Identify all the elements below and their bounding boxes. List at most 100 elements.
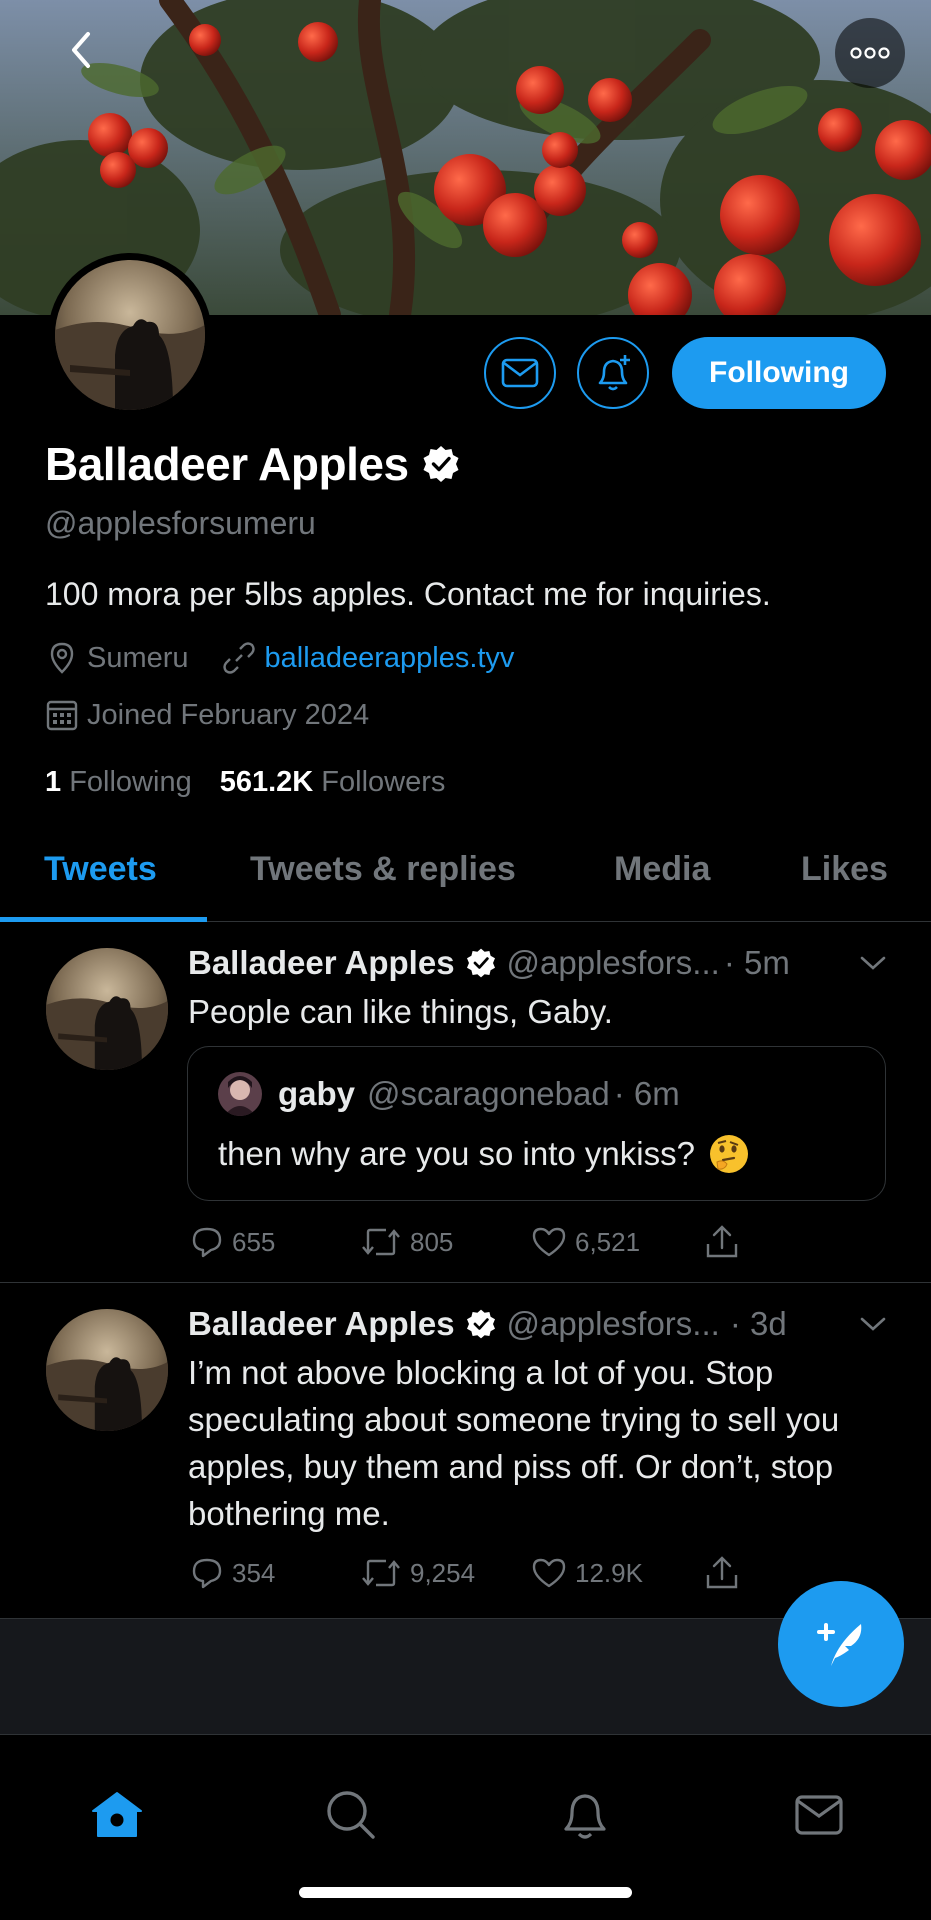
quoted-tweet-header: gaby @scaragonebad · 6m bbox=[218, 1072, 680, 1116]
reply-icon bbox=[192, 1558, 222, 1589]
tweet-actions: 655 805 6,521 bbox=[190, 1224, 739, 1260]
chevron-down-icon[interactable] bbox=[859, 1315, 887, 1333]
tweet-author-handle: @applesfors... bbox=[506, 944, 720, 981]
profile-display-name: Balladeer Apples bbox=[45, 438, 409, 490]
avatar-image bbox=[55, 260, 205, 410]
tab-tweets-and-replies[interactable]: Tweets & replies bbox=[250, 850, 516, 889]
tweet-author-avatar[interactable] bbox=[46, 1309, 168, 1431]
notify-button[interactable] bbox=[577, 337, 649, 409]
tweet-timestamp: · 5m bbox=[723, 944, 790, 981]
profile-bio: 100 mora per 5lbs apples. Contact me for… bbox=[45, 576, 771, 612]
retweet-button[interactable]: 805 bbox=[360, 1224, 531, 1260]
following-stat[interactable]: 1 Following bbox=[45, 766, 192, 799]
followers-stat[interactable]: 561.2K Followers bbox=[220, 766, 446, 799]
like-button[interactable]: 12.9K bbox=[531, 1555, 705, 1591]
profile-website-link[interactable]: balladeerapples.tyv bbox=[265, 642, 515, 675]
profile-joined-date: Joined February 2024 bbox=[87, 698, 370, 731]
like-count: 12.9K bbox=[575, 1557, 643, 1588]
nav-messages[interactable] bbox=[789, 1785, 849, 1845]
quoted-author-handle: @scaragonebad bbox=[367, 1075, 610, 1112]
tweet-author-avatar[interactable] bbox=[46, 948, 168, 1070]
like-button[interactable]: 6,521 bbox=[531, 1224, 705, 1260]
tab-likes[interactable]: Likes bbox=[801, 850, 888, 889]
search-icon bbox=[327, 1791, 375, 1839]
reply-count: 655 bbox=[232, 1226, 276, 1257]
quoted-timestamp: · 6m bbox=[613, 1075, 680, 1112]
profile-name-row: Balladeer Apples bbox=[45, 437, 461, 491]
retweet-icon bbox=[362, 1559, 400, 1587]
avatar-image bbox=[218, 1072, 262, 1116]
retweet-button[interactable]: 9,254 bbox=[360, 1555, 531, 1591]
retweet-count: 805 bbox=[410, 1226, 454, 1257]
tweet-author-name: Balladeer Apples bbox=[188, 1305, 455, 1342]
back-arrow-icon bbox=[72, 32, 90, 68]
message-icon bbox=[501, 358, 539, 388]
share-button[interactable] bbox=[705, 1555, 739, 1591]
tweet-header: Balladeer Apples @applesfors... · 3d bbox=[188, 1305, 787, 1343]
home-indicator bbox=[299, 1887, 632, 1898]
verified-badge-icon bbox=[423, 446, 459, 482]
tweet-timestamp: · 3d bbox=[729, 1305, 787, 1342]
share-button[interactable] bbox=[705, 1224, 739, 1260]
share-icon bbox=[706, 1225, 738, 1258]
reply-button[interactable]: 655 bbox=[190, 1224, 360, 1260]
profile-location: Sumeru bbox=[87, 641, 189, 674]
share-icon bbox=[706, 1556, 738, 1589]
compose-tweet-button[interactable] bbox=[778, 1581, 904, 1707]
nav-home[interactable] bbox=[87, 1785, 147, 1845]
tweet-header: Balladeer Apples @applesfors... · 5m bbox=[188, 944, 790, 982]
heart-icon bbox=[532, 1558, 566, 1588]
avatar-image bbox=[46, 1309, 168, 1431]
tab-tweets[interactable]: Tweets bbox=[44, 850, 157, 889]
reply-icon bbox=[192, 1227, 222, 1258]
calendar-icon bbox=[46, 700, 78, 731]
quoted-author-name: gaby bbox=[278, 1075, 356, 1112]
reply-count: 354 bbox=[232, 1557, 276, 1588]
quoted-author-avatar bbox=[218, 1072, 262, 1116]
quoted-tweet-body: then why are you so into ynkiss? bbox=[218, 1132, 751, 1176]
tweet-author-name: Balladeer Apples bbox=[188, 944, 455, 981]
profile-stats: 1 Following 561.2K Followers bbox=[45, 766, 445, 799]
back-button[interactable] bbox=[52, 22, 108, 78]
profile-joined-row: Joined February 2024 bbox=[45, 698, 369, 732]
tweet-author-handle: @applesfors... bbox=[506, 1305, 720, 1342]
following-count: 1 bbox=[45, 766, 62, 798]
tweet-actions: 354 9,254 12.9K bbox=[190, 1555, 739, 1591]
avatar-image bbox=[46, 948, 168, 1070]
link-icon bbox=[222, 642, 255, 674]
reply-button[interactable]: 354 bbox=[190, 1555, 360, 1591]
location-icon bbox=[50, 642, 74, 674]
notify-icon bbox=[598, 355, 630, 391]
messages-icon bbox=[795, 1795, 843, 1835]
message-button[interactable] bbox=[484, 337, 556, 409]
tweet-text: People can like things, Gaby. bbox=[188, 993, 613, 1030]
followers-count: 561.2K bbox=[219, 766, 314, 798]
home-icon bbox=[92, 1792, 142, 1837]
verified-badge-icon bbox=[466, 1309, 495, 1339]
following-label: Following bbox=[69, 766, 192, 798]
thinking-face-emoji-icon bbox=[709, 1135, 748, 1173]
tweet-item[interactable]: Balladeer Apples @applesfors... · 3d I’m… bbox=[0, 1283, 931, 1619]
verified-badge-icon bbox=[466, 948, 495, 978]
profile-meta-row: Sumeru balladeerapples.tyv bbox=[45, 640, 514, 676]
profile-handle: @applesforsumeru bbox=[45, 505, 316, 541]
tab-media[interactable]: Media bbox=[614, 850, 710, 889]
quoted-tweet-text: then why are you so into ynkiss? bbox=[218, 1135, 695, 1172]
more-options-button[interactable] bbox=[835, 18, 905, 88]
tweet-text: I’m not above blocking a lot of you. Sto… bbox=[188, 1354, 840, 1532]
nav-notifications[interactable] bbox=[555, 1785, 615, 1845]
nav-search[interactable] bbox=[321, 1785, 381, 1845]
retweet-icon bbox=[362, 1228, 400, 1256]
like-count: 6,521 bbox=[575, 1226, 641, 1257]
chevron-down-icon[interactable] bbox=[859, 954, 887, 972]
quoted-tweet[interactable]: gaby @scaragonebad · 6m then why are you… bbox=[187, 1046, 886, 1201]
profile-tabs: Tweets Tweets & replies Media Likes bbox=[0, 820, 931, 922]
compose-tweet-icon bbox=[817, 1623, 862, 1666]
tweet-item[interactable]: Balladeer Apples @applesfors... · 5m Peo… bbox=[0, 922, 931, 1283]
following-button[interactable]: Following bbox=[672, 337, 886, 409]
followers-label: Followers bbox=[321, 766, 446, 798]
retweet-count: 9,254 bbox=[410, 1557, 476, 1588]
heart-icon bbox=[532, 1227, 566, 1257]
profile-avatar[interactable] bbox=[48, 253, 212, 417]
notifications-icon bbox=[564, 1794, 606, 1839]
